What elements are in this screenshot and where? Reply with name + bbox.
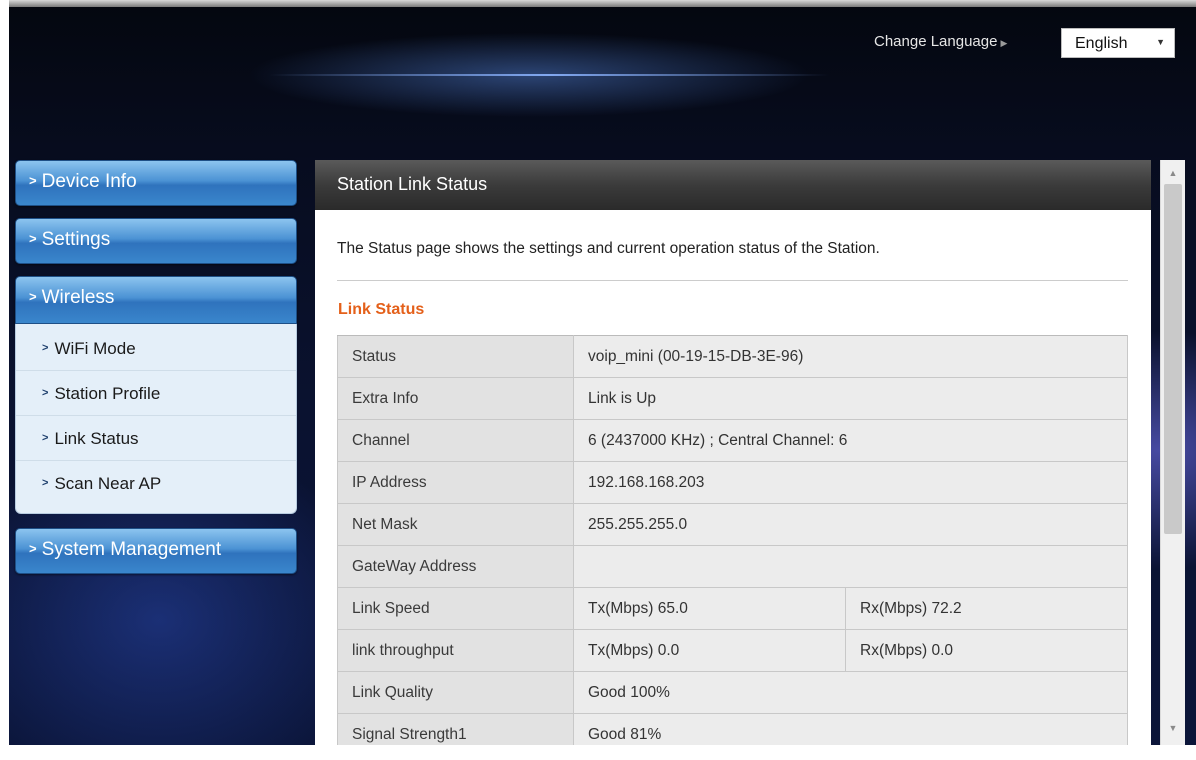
vertical-scrollbar[interactable]: ▲ ▼: [1160, 160, 1185, 745]
row-rx-value: Rx(Mbps) 0.0: [845, 629, 1128, 672]
row-label: Channel: [337, 419, 574, 462]
row-label: link throughput: [337, 629, 574, 672]
table-row: Status voip_mini (00-19-15-DB-3E-96): [337, 335, 1128, 378]
sidebar-item-label: System Management: [41, 539, 222, 560]
row-value: [573, 545, 1128, 588]
table-row: GateWay Address: [337, 545, 1128, 588]
row-value: 6 (2437000 KHz) ; Central Channel: 6: [573, 419, 1128, 462]
table-row: Extra Info Link is Up: [337, 377, 1128, 420]
link-status-table: Status voip_mini (00-19-15-DB-3E-96) Ext…: [337, 335, 1128, 745]
content-panel: Station Link Status The Status page show…: [315, 160, 1151, 745]
change-language-text: Change Language: [874, 33, 998, 50]
intro-text: The Status page shows the settings and c…: [337, 240, 880, 257]
sidebar-item-settings[interactable]: > Settings: [15, 218, 297, 264]
language-select[interactable]: English ▼: [1061, 28, 1175, 58]
chevron-right-icon: >: [29, 173, 37, 188]
row-label: Extra Info: [337, 377, 574, 420]
language-select-value: English: [1075, 35, 1128, 52]
chevron-right-icon: >: [42, 477, 49, 489]
sidebar-item-device-info[interactable]: > Device Info: [15, 160, 297, 206]
row-value: Good 100%: [573, 671, 1128, 714]
page-title: Station Link Status: [337, 174, 488, 194]
sidebar-item-wireless[interactable]: > Wireless: [15, 276, 297, 324]
submenu-item-label: Scan Near AP: [54, 474, 162, 493]
top-border: [9, 0, 1196, 7]
chevron-right-icon: >: [42, 342, 49, 354]
row-label: Signal Strength1: [337, 713, 574, 745]
chevron-right-icon: >: [29, 231, 37, 246]
submenu-item-label: Link Status: [54, 429, 139, 448]
submenu-item-label: WiFi Mode: [54, 339, 136, 358]
sidebar-item-label: Wireless: [41, 287, 115, 308]
change-language-label: Change Language ▶: [874, 33, 1007, 50]
scroll-down-arrow-icon[interactable]: ▼: [1161, 719, 1185, 737]
sidebar-item-label: Device Info: [41, 171, 137, 192]
arrow-right-icon: ▶: [1000, 38, 1008, 48]
submenu-item-wifi-mode[interactable]: > WiFi Mode: [16, 326, 296, 371]
sidebar-item-system-management[interactable]: > System Management: [15, 528, 297, 574]
table-row: Net Mask 255.255.255.0: [337, 503, 1128, 546]
table-row: IP Address 192.168.168.203: [337, 461, 1128, 504]
submenu-item-label: Station Profile: [54, 384, 161, 403]
row-value: 255.255.255.0: [573, 503, 1128, 546]
scrollbar-thumb[interactable]: [1164, 184, 1182, 534]
row-tx-value: Tx(Mbps) 0.0: [573, 629, 846, 672]
row-label: GateWay Address: [337, 545, 574, 588]
row-label: IP Address: [337, 461, 574, 504]
row-value: Link is Up: [573, 377, 1128, 420]
row-label: Status: [337, 335, 574, 378]
header-glow-line: [269, 74, 829, 76]
chevron-right-icon: >: [29, 289, 37, 304]
divider: [337, 280, 1128, 281]
submenu-item-scan-near-ap[interactable]: > Scan Near AP: [16, 461, 296, 505]
sidebar: > Device Info > Settings > Wireless > WiFi M…: [15, 160, 297, 574]
row-rx-value: Rx(Mbps) 72.2: [845, 587, 1128, 630]
submenu-item-station-profile[interactable]: > Station Profile: [16, 371, 296, 416]
chevron-down-icon: ▼: [1156, 37, 1165, 47]
submenu-item-link-status[interactable]: > Link Status: [16, 416, 296, 461]
row-label: Link Quality: [337, 671, 574, 714]
table-row: Signal Strength1 Good 81%: [337, 713, 1128, 745]
row-tx-value: Tx(Mbps) 65.0: [573, 587, 846, 630]
row-label: Net Mask: [337, 503, 574, 546]
chevron-right-icon: >: [29, 541, 37, 556]
row-value: Good 81%: [573, 713, 1128, 745]
panel-header: Station Link Status: [315, 160, 1151, 210]
table-row: link throughput Tx(Mbps) 0.0 Rx(Mbps) 0.…: [337, 629, 1128, 672]
chevron-right-icon: >: [42, 432, 49, 444]
section-title: Link Status: [338, 301, 425, 318]
row-value: voip_mini (00-19-15-DB-3E-96): [573, 335, 1128, 378]
wireless-submenu: > WiFi Mode > Station Profile > Link Status…: [15, 324, 297, 514]
table-row: Link Speed Tx(Mbps) 65.0 Rx(Mbps) 72.2: [337, 587, 1128, 630]
table-row: Channel 6 (2437000 KHz) ; Central Channe…: [337, 419, 1128, 462]
scroll-up-arrow-icon[interactable]: ▲: [1161, 164, 1185, 182]
chevron-right-icon: >: [42, 387, 49, 399]
table-row: Link Quality Good 100%: [337, 671, 1128, 714]
row-value: 192.168.168.203: [573, 461, 1128, 504]
sidebar-item-label: Settings: [41, 229, 111, 250]
row-label: Link Speed: [337, 587, 574, 630]
